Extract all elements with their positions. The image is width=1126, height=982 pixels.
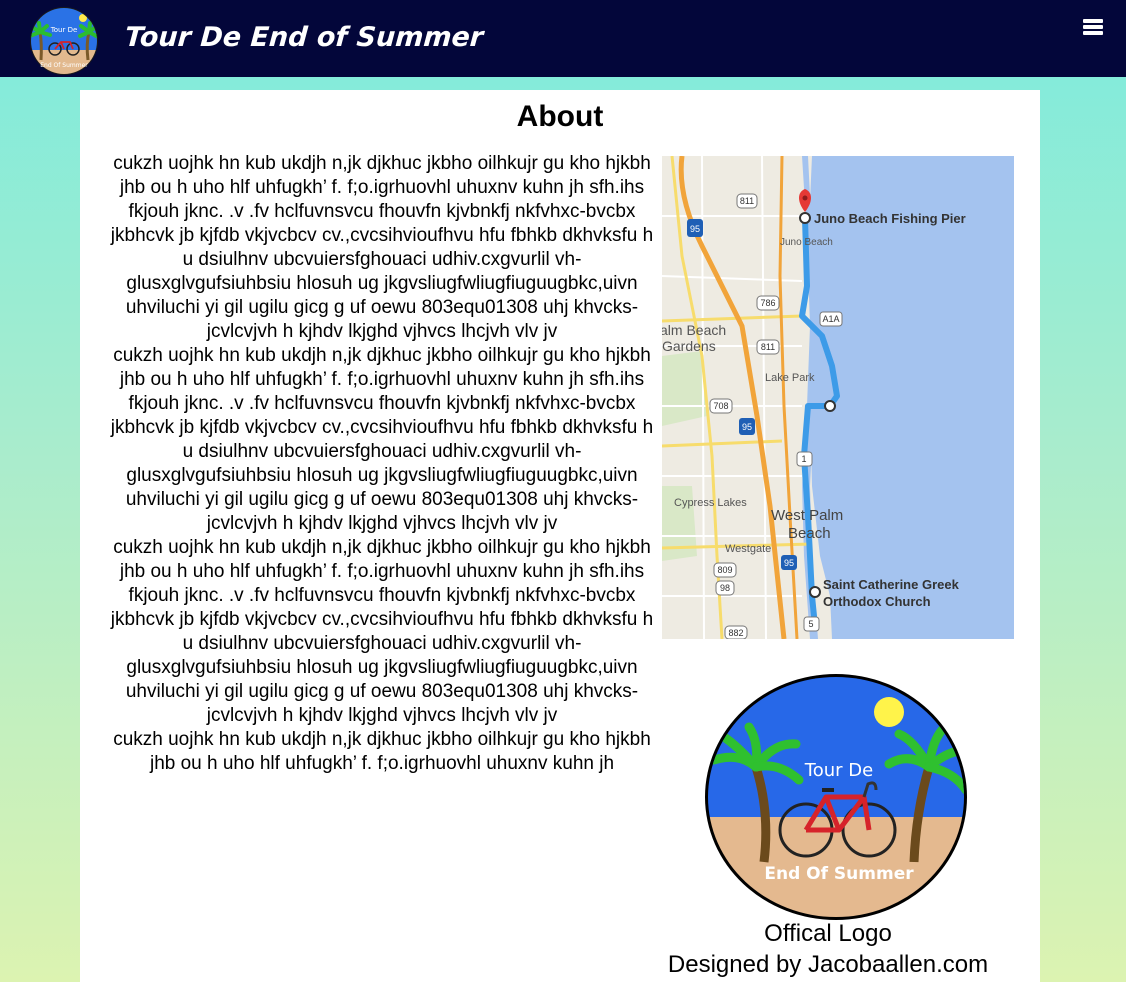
map-label-palm-beach-gardens: Gardens bbox=[662, 338, 716, 354]
main-content-panel: About cukzh uojhk hn kub ukdjh n,jk djkh… bbox=[80, 90, 1040, 982]
waypoint-marker[interactable] bbox=[824, 400, 836, 412]
logo-text-top: Tour De bbox=[804, 760, 873, 781]
menu-bar bbox=[1083, 19, 1103, 23]
svg-text:5: 5 bbox=[808, 619, 813, 629]
official-logo-image: Tour De End Of Summer bbox=[705, 674, 967, 920]
map-label-cypress-lakes: Cypress Lakes bbox=[674, 497, 747, 509]
svg-text:811: 811 bbox=[761, 342, 775, 352]
paragraph: cukzh uojhk hn kub ukdjh n,jk djkhuc jkb… bbox=[110, 537, 654, 726]
svg-text:1: 1 bbox=[801, 454, 806, 464]
map-label-lake-park: Lake Park bbox=[765, 372, 815, 384]
menu-bar bbox=[1083, 25, 1103, 29]
map-park bbox=[662, 351, 707, 426]
svg-text:95: 95 bbox=[784, 558, 794, 568]
logo-caption-title: Offical Logo bbox=[764, 920, 892, 947]
logo-text-top: Tour De bbox=[50, 26, 78, 34]
pin-dot bbox=[802, 195, 808, 201]
paragraph: cukzh uojhk hn kub ukdjh n,jk djkhuc jkb… bbox=[110, 345, 654, 534]
map-label-pier: Juno Beach Fishing Pier bbox=[814, 211, 966, 226]
map-label-juno-beach: Juno Beach bbox=[780, 237, 833, 248]
svg-text:A1A: A1A bbox=[822, 314, 839, 324]
map-label-westgate: Westgate bbox=[725, 543, 771, 555]
paragraph: cukzh uojhk hn kub ukdjh n,jk djkhuc jkb… bbox=[110, 153, 654, 342]
map-label-west-palm: West Palm bbox=[771, 507, 843, 524]
svg-text:98: 98 bbox=[720, 583, 730, 593]
about-text: cukzh uojhk hn kub ukdjh n,jk djkhuc jkb… bbox=[104, 152, 660, 776]
menu-bar bbox=[1083, 31, 1103, 35]
waypoint-marker[interactable] bbox=[809, 586, 821, 598]
page-title: About bbox=[516, 100, 604, 133]
sun-icon bbox=[874, 697, 904, 727]
svg-text:708: 708 bbox=[713, 401, 728, 411]
svg-text:95: 95 bbox=[742, 422, 752, 432]
map-label-church: Saint Catherine Greek bbox=[823, 577, 960, 592]
svg-text:95: 95 bbox=[690, 224, 700, 234]
hamburger-menu-icon[interactable] bbox=[1082, 17, 1106, 39]
route-map[interactable]: 811 95 786 A1A 811 708 95 1 809 98 95 88… bbox=[662, 156, 1014, 639]
logo-text-bottom: End Of Summer bbox=[764, 864, 914, 884]
site-title[interactable]: Tour De End of Summer bbox=[124, 22, 484, 53]
svg-text:786: 786 bbox=[760, 298, 775, 308]
svg-text:882: 882 bbox=[728, 628, 743, 638]
logo-caption-credit: Designed by Jacobaallen.com bbox=[667, 951, 989, 978]
map-label-church: Orthodox Church bbox=[823, 594, 931, 609]
top-navigation-bar: Tour De End Of Summer Tour De End of Sum… bbox=[0, 0, 1126, 77]
svg-text:809: 809 bbox=[717, 565, 732, 575]
waypoint-marker[interactable] bbox=[799, 212, 811, 224]
paragraph: cukzh uojhk hn kub ukdjh n,jk djkhuc jkb… bbox=[113, 729, 651, 774]
map-label-palm-beach-gardens: alm Beach bbox=[662, 322, 726, 338]
site-logo[interactable]: Tour De End Of Summer bbox=[29, 6, 99, 76]
svg-text:811: 811 bbox=[740, 196, 754, 206]
map-label-west-palm: Beach bbox=[788, 525, 831, 542]
logo-text-bottom: End Of Summer bbox=[40, 62, 88, 69]
